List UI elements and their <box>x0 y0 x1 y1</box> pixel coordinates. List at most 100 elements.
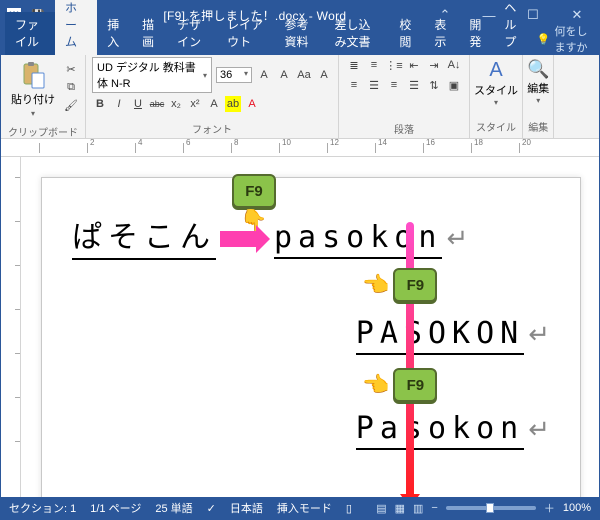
text-titlecase[interactable]: Pasokon <box>356 411 524 450</box>
paragraph-mark-icon: ↵ <box>528 414 550 445</box>
align-left-icon[interactable]: ≡ <box>345 77 363 93</box>
grow-font-icon[interactable]: A <box>256 67 272 83</box>
tell-me-label: 何をしますか <box>555 23 590 55</box>
change-case-icon[interactable]: Aa <box>296 67 312 83</box>
align-right-icon[interactable]: ≡ <box>385 77 403 93</box>
tab-mailings[interactable]: 差し込み文書 <box>325 12 390 55</box>
font-size-select[interactable]: 36 ▾ <box>216 67 252 83</box>
view-read-icon[interactable]: ▤ <box>376 502 386 515</box>
italic-button[interactable]: I <box>111 96 127 112</box>
f9-key-badge: F9 <box>393 268 437 302</box>
superscript-button[interactable]: x² <box>187 96 203 112</box>
view-web-icon[interactable]: ▥ <box>413 502 423 515</box>
strike-button[interactable]: abc <box>149 96 165 112</box>
font-name-select[interactable]: UD デジタル 教科書体 N-R ▾ <box>92 57 212 93</box>
status-insert-mode[interactable]: 挿入モード <box>277 500 332 516</box>
paragraph-mark-icon: ↵ <box>446 223 468 254</box>
ribbon-tabs: ファイル ホーム 挿入 描画 デザイン レイアウト 参考資料 差し込み文書 校閲… <box>1 29 599 55</box>
bold-button[interactable]: B <box>92 96 108 112</box>
multilevel-icon[interactable]: ⋮≡ <box>385 57 403 73</box>
right-arrow-icon <box>220 231 256 247</box>
text-uppercase[interactable]: PASOKON <box>356 316 524 355</box>
tab-help[interactable]: ヘルプ <box>494 0 536 55</box>
copy-icon[interactable]: ⧉ <box>63 79 79 95</box>
group-font-label: フォント <box>92 119 332 136</box>
shrink-font-icon[interactable]: A <box>276 67 292 83</box>
status-macro-icon[interactable]: ▯ <box>346 502 352 515</box>
f9-key-badge: F9 <box>393 368 437 402</box>
ribbon: 貼り付け ▾ ✂ ⧉ 🖌 クリップボード UD デジタル 教科書体 N-R ▾ … <box>1 55 599 139</box>
line-spacing-icon[interactable]: ⇅ <box>425 77 443 93</box>
zoom-slider[interactable] <box>446 506 536 510</box>
paste-button[interactable]: 貼り付け ▾ <box>7 57 59 122</box>
editing-button[interactable]: 🔍 編集 ▾ <box>527 59 549 105</box>
paste-label: 貼り付け <box>11 91 55 107</box>
tab-review[interactable]: 校閲 <box>389 12 424 55</box>
zoom-in-button[interactable]: ＋ <box>544 500 555 516</box>
bullets-icon[interactable]: ≣ <box>345 57 363 73</box>
tab-view[interactable]: 表示 <box>424 12 459 55</box>
justify-icon[interactable]: ☰ <box>405 77 423 93</box>
clear-format-icon[interactable]: A <box>316 67 332 83</box>
zoom-thumb[interactable] <box>486 503 494 513</box>
group-styles: A スタイル ▾ スタイル <box>470 55 523 138</box>
view-print-icon[interactable]: ▦ <box>395 502 405 515</box>
status-page[interactable]: 1/1 ページ <box>90 500 141 516</box>
indent-icon[interactable]: ⇥ <box>425 57 443 73</box>
paragraph-mark-icon: ↵ <box>528 319 550 350</box>
text-effects-icon[interactable]: A <box>206 96 222 112</box>
tab-layout[interactable]: レイアウト <box>217 12 274 55</box>
cut-icon[interactable]: ✂ <box>63 61 79 77</box>
tab-draw[interactable]: 描画 <box>132 12 167 55</box>
f9-key-badge: F9 <box>232 174 276 208</box>
find-icon: 🔍 <box>527 59 549 80</box>
tab-references[interactable]: 参考資料 <box>275 12 325 55</box>
subscript-button[interactable]: x₂ <box>168 96 184 112</box>
vertical-arrow-annotation <box>406 222 414 497</box>
tab-insert[interactable]: 挿入 <box>97 12 132 55</box>
text-lowercase[interactable]: pasokon <box>274 220 442 259</box>
format-painter-icon[interactable]: 🖌 <box>63 97 79 113</box>
styles-caret-icon: ▾ <box>494 98 498 107</box>
tell-me[interactable]: 💡 何をしますか <box>537 23 599 55</box>
hand-left-icon: 👈 <box>362 272 389 298</box>
styles-button[interactable]: A スタイル ▾ <box>474 59 518 107</box>
underline-button[interactable]: U <box>130 96 146 112</box>
sort-icon[interactable]: A↓ <box>445 57 463 73</box>
tab-file[interactable]: ファイル <box>5 12 55 55</box>
group-clipboard: 貼り付け ▾ ✂ ⧉ 🖌 クリップボード <box>1 55 86 138</box>
font-name-value: UD デジタル 教科書体 N-R <box>97 59 203 91</box>
hand-left-icon: 👈 <box>362 372 389 398</box>
tab-developer[interactable]: 開発 <box>459 12 494 55</box>
font-name-caret-icon: ▾ <box>203 71 207 80</box>
editing-label: 編集 <box>527 80 549 96</box>
paste-caret-icon: ▾ <box>31 109 35 118</box>
highlight-icon[interactable]: ab <box>225 96 241 112</box>
font-color-icon[interactable]: A <box>244 96 260 112</box>
editing-caret-icon: ▾ <box>536 96 540 105</box>
page[interactable]: F9 👇 ぱそこん pasokon ↵ 👈 F9 PASOKON <box>41 177 581 497</box>
status-section[interactable]: セクション: 1 <box>9 500 76 516</box>
font-size-value: 36 <box>220 69 232 81</box>
clipboard-icon <box>20 61 46 89</box>
group-paragraph: ≣ ≡ ⋮≡ ⇤ ⇥ A↓ ≡ ☰ ≡ ☰ ⇅ ▣ 段落 <box>339 55 470 138</box>
document-area: F9 👇 ぱそこん pasokon ↵ 👈 F9 PASOKON <box>1 157 599 497</box>
horizontal-ruler[interactable]: 2 4 6 8 10 12 14 16 18 20 <box>1 139 599 157</box>
status-words[interactable]: 25 単語 <box>155 500 192 516</box>
tab-home[interactable]: ホーム <box>55 0 97 55</box>
shading-icon[interactable]: ▣ <box>445 77 463 93</box>
align-center-icon[interactable]: ☰ <box>365 77 383 93</box>
status-language[interactable]: 日本語 <box>230 500 263 516</box>
group-clipboard-label: クリップボード <box>7 122 79 139</box>
outdent-icon[interactable]: ⇤ <box>405 57 423 73</box>
status-proof-icon[interactable]: ✓ <box>207 502 216 515</box>
tab-design[interactable]: デザイン <box>167 12 217 55</box>
zoom-out-button[interactable]: − <box>431 502 437 514</box>
font-size-caret-icon: ▾ <box>244 69 248 81</box>
group-editing: 🔍 編集 ▾ 編集 <box>523 55 554 138</box>
zoom-percent[interactable]: 100% <box>563 502 591 514</box>
vertical-ruler[interactable] <box>1 157 21 497</box>
text-jp[interactable]: ぱそこん <box>72 212 216 260</box>
group-styles-label: スタイル <box>476 117 516 134</box>
numbering-icon[interactable]: ≡ <box>365 57 383 73</box>
